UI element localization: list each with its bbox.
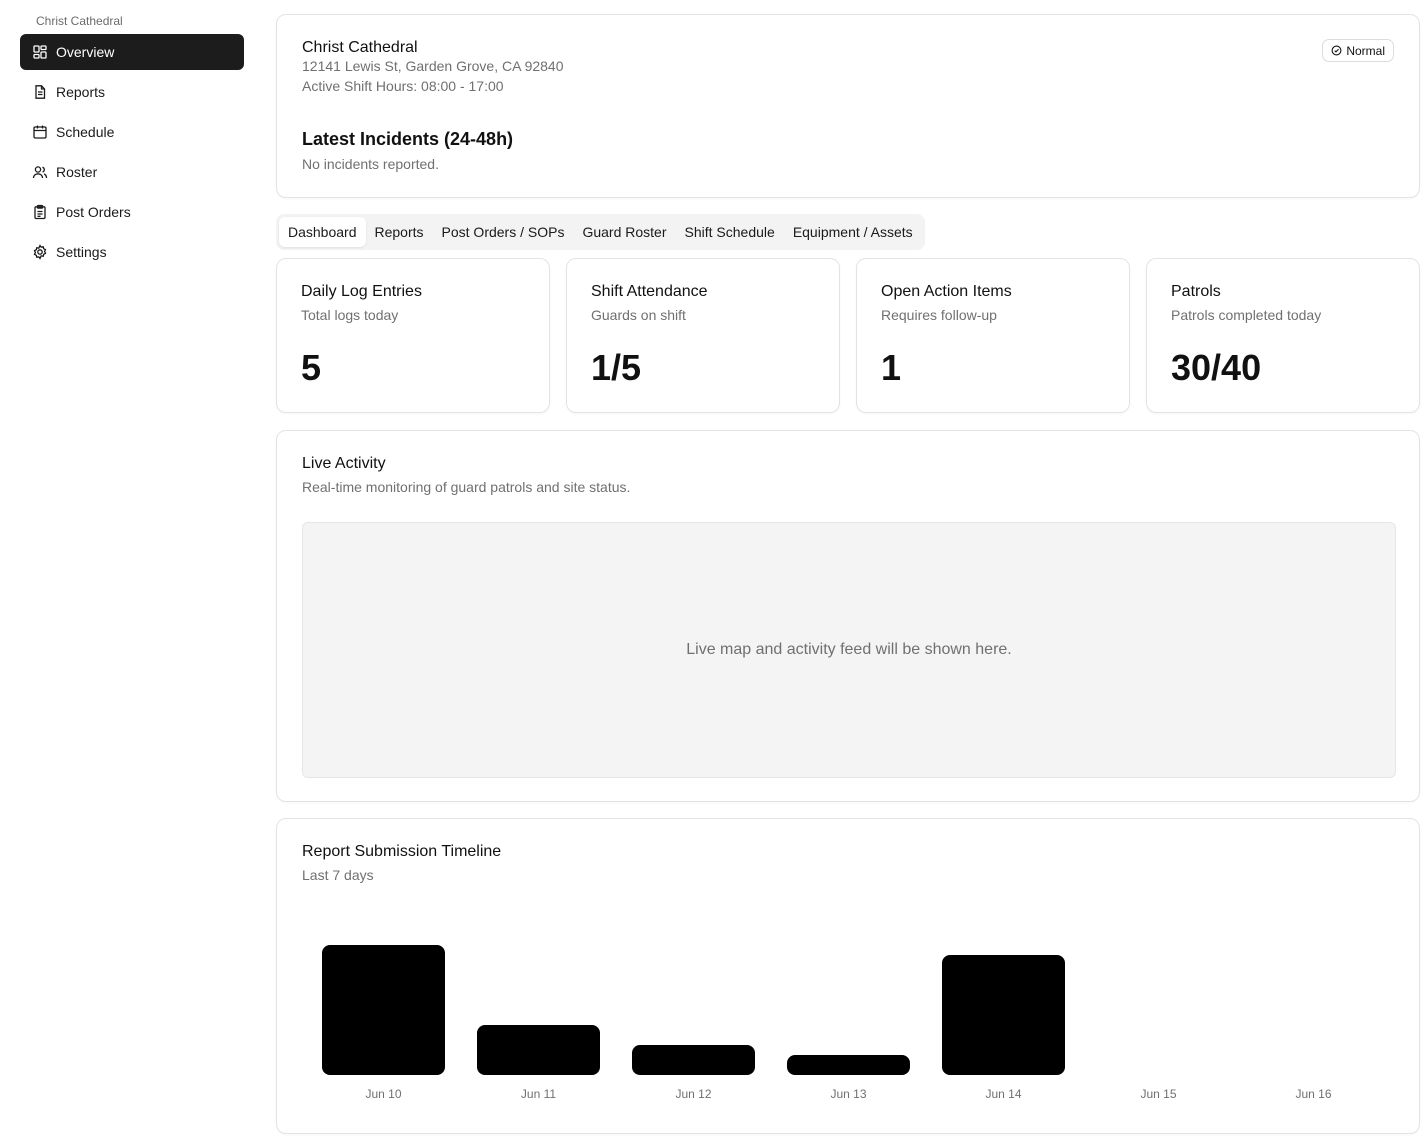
sidebar-item-overview[interactable]: Overview bbox=[20, 34, 244, 70]
tab-guard-roster[interactable]: Guard Roster bbox=[573, 217, 675, 247]
site-name: Christ Cathedral bbox=[302, 39, 418, 56]
chart-bar-jun-12 bbox=[632, 1045, 755, 1075]
chart-x-tick-label: Jun 10 bbox=[365, 1087, 401, 1101]
sidebar-item-roster[interactable]: Roster bbox=[20, 154, 244, 190]
stat-title: Patrols bbox=[1171, 283, 1221, 300]
tab-dashboard[interactable]: Dashboard bbox=[279, 217, 366, 247]
stat-card-shift-attendance: Shift Attendance Guards on shift 1/5 bbox=[566, 258, 840, 413]
report-timeline-card: Report Submission Timeline Last 7 days J… bbox=[276, 818, 1420, 1134]
site-info-card: Christ Cathedral 12141 Lewis St, Garden … bbox=[276, 14, 1420, 198]
sidebar-item-label: Roster bbox=[56, 164, 98, 180]
check-circle-icon bbox=[1331, 45, 1342, 56]
stat-subtitle: Total logs today bbox=[301, 307, 399, 323]
site-shift-hours: Active Shift Hours: 08:00 - 17:00 bbox=[302, 78, 504, 94]
chart-x-tick-label: Jun 14 bbox=[985, 1087, 1021, 1101]
stat-title: Shift Attendance bbox=[591, 283, 708, 300]
stat-subtitle: Patrols completed today bbox=[1171, 307, 1322, 323]
tab-equipment[interactable]: Equipment / Assets bbox=[784, 217, 922, 247]
dashboard-grid-icon bbox=[32, 44, 48, 60]
sidebar-nav: Overview Reports Schedule Roster Post Or… bbox=[20, 34, 244, 274]
live-activity-subtitle: Real-time monitoring of guard patrols an… bbox=[302, 479, 631, 495]
chart-x-tick-label: Jun 11 bbox=[521, 1087, 556, 1101]
stat-value: 5 bbox=[301, 347, 322, 388]
tab-reports[interactable]: Reports bbox=[366, 217, 433, 247]
chart-x-tick-label: Jun 15 bbox=[1140, 1087, 1176, 1101]
sidebar-site-label: Christ Cathedral bbox=[36, 14, 123, 28]
stat-title: Open Action Items bbox=[881, 283, 1012, 300]
sidebar-item-reports[interactable]: Reports bbox=[20, 74, 244, 110]
stat-card-patrols: Patrols Patrols completed today 30/40 bbox=[1146, 258, 1420, 413]
chart-x-tick-label: Jun 12 bbox=[675, 1087, 711, 1101]
site-address: 12141 Lewis St, Garden Grove, CA 92840 bbox=[302, 58, 564, 74]
stat-card-daily-log: Daily Log Entries Total logs today 5 bbox=[276, 258, 550, 413]
gear-icon bbox=[32, 244, 48, 260]
live-activity-title: Live Activity bbox=[302, 455, 386, 472]
report-timeline-chart: Jun 10 Jun 11 Jun 12 Jun 13 Jun 14 Jun 15 Jun … bbox=[322, 945, 1332, 1101]
sidebar-item-label: Settings bbox=[56, 244, 107, 260]
clipboard-icon bbox=[32, 204, 48, 220]
status-badge-label: Normal bbox=[1346, 43, 1385, 58]
tab-post-orders[interactable]: Post Orders / SOPs bbox=[433, 217, 574, 247]
sidebar-item-label: Post Orders bbox=[56, 204, 131, 220]
chart-x-tick-label: Jun 13 bbox=[830, 1087, 866, 1101]
sidebar-item-schedule[interactable]: Schedule bbox=[20, 114, 244, 150]
chart-bar-jun-11 bbox=[477, 1025, 600, 1075]
sidebar-item-settings[interactable]: Settings bbox=[20, 234, 244, 270]
document-icon bbox=[32, 84, 48, 100]
stat-card-open-action-items: Open Action Items Requires follow-up 1 bbox=[856, 258, 1130, 413]
live-map-placeholder: Live map and activity feed will be shown… bbox=[302, 522, 1396, 778]
stat-value: 1 bbox=[881, 347, 902, 388]
incidents-title: Latest Incidents (24-48h) bbox=[302, 129, 514, 149]
chart-x-tick-label: Jun 16 bbox=[1295, 1087, 1331, 1101]
live-map-placeholder-text: Live map and activity feed will be shown… bbox=[686, 641, 1012, 658]
stat-title: Daily Log Entries bbox=[301, 283, 422, 300]
stat-value: 30/40 bbox=[1171, 347, 1262, 388]
chart-bar-jun-13 bbox=[787, 1055, 910, 1075]
stat-subtitle: Requires follow-up bbox=[881, 307, 997, 323]
stat-value: 1/5 bbox=[591, 347, 642, 388]
chart-bar-jun-10 bbox=[322, 945, 445, 1075]
users-icon bbox=[32, 164, 48, 180]
status-badge: Normal bbox=[1322, 39, 1394, 62]
tab-bar: Dashboard Reports Post Orders / SOPs Gua… bbox=[276, 214, 925, 250]
sidebar-item-label: Schedule bbox=[56, 124, 115, 140]
calendar-icon bbox=[32, 124, 48, 140]
live-activity-card: Live Activity Real-time monitoring of gu… bbox=[276, 430, 1420, 802]
incidents-text: No incidents reported. bbox=[302, 156, 439, 172]
sidebar: Christ Cathedral Overview Reports Schedu… bbox=[0, 0, 262, 1142]
tab-shift-schedule[interactable]: Shift Schedule bbox=[676, 217, 784, 247]
sidebar-item-label: Overview bbox=[56, 44, 115, 60]
sidebar-item-post-orders[interactable]: Post Orders bbox=[20, 194, 244, 230]
chart-bar-jun-14 bbox=[942, 955, 1065, 1075]
sidebar-item-label: Reports bbox=[56, 84, 106, 100]
stat-subtitle: Guards on shift bbox=[591, 307, 686, 323]
